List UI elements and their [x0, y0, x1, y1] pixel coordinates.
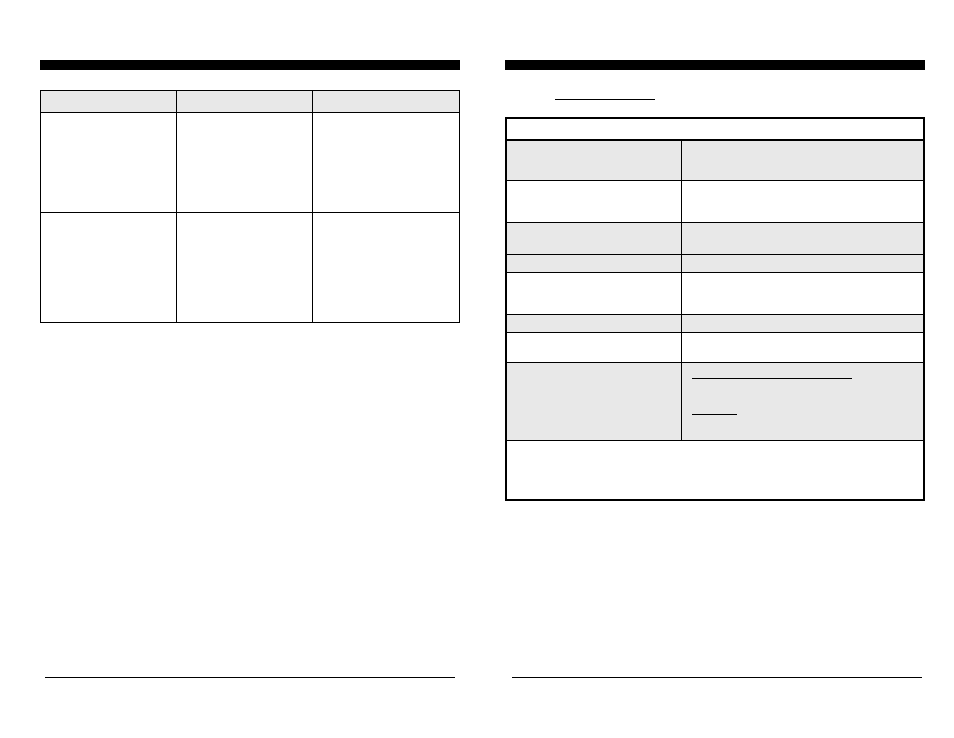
right-table: [505, 117, 925, 501]
left-table: [40, 90, 460, 323]
table-row: [506, 314, 924, 332]
table-title-row: [506, 118, 924, 140]
table-header-row: [41, 91, 460, 113]
table-row: [41, 213, 460, 323]
table-row: [506, 272, 924, 314]
cell: [682, 222, 924, 254]
table-row: [506, 332, 924, 362]
table-row: [506, 254, 924, 272]
cell: [41, 213, 177, 323]
table-row: [506, 222, 924, 254]
cell: [506, 222, 682, 254]
table-row: [506, 440, 924, 500]
title-cell: [506, 118, 924, 140]
merged-cell: [506, 440, 924, 500]
fill-line: [692, 369, 852, 379]
cell: [682, 272, 924, 314]
fill-line: [692, 405, 737, 415]
table-row: [41, 113, 460, 213]
cell: [506, 362, 682, 440]
cell: [682, 254, 924, 272]
table-row: [506, 140, 924, 180]
cell: [506, 314, 682, 332]
footer-rule-left: [45, 677, 455, 679]
cell: [506, 180, 682, 222]
cell: [313, 113, 460, 213]
heading-bar-right: [505, 60, 925, 70]
cell: [177, 113, 313, 213]
left-table-h2: [177, 91, 313, 113]
cell: [682, 180, 924, 222]
cell: [177, 213, 313, 323]
cell: [682, 314, 924, 332]
cell: [506, 272, 682, 314]
cell: [41, 113, 177, 213]
cell: [682, 332, 924, 362]
section-label: [555, 90, 655, 100]
left-table-h3: [313, 91, 460, 113]
left-column: [40, 60, 460, 323]
cell: [682, 140, 924, 180]
right-column: [505, 60, 925, 501]
left-table-h1: [41, 91, 177, 113]
table-row: [506, 180, 924, 222]
footer-rule-right: [512, 677, 922, 679]
cell: [506, 332, 682, 362]
cell: [506, 140, 682, 180]
cell: [682, 362, 924, 440]
heading-bar-left: [40, 60, 460, 70]
table-row: [506, 362, 924, 440]
cell: [313, 213, 460, 323]
cell: [506, 254, 682, 272]
